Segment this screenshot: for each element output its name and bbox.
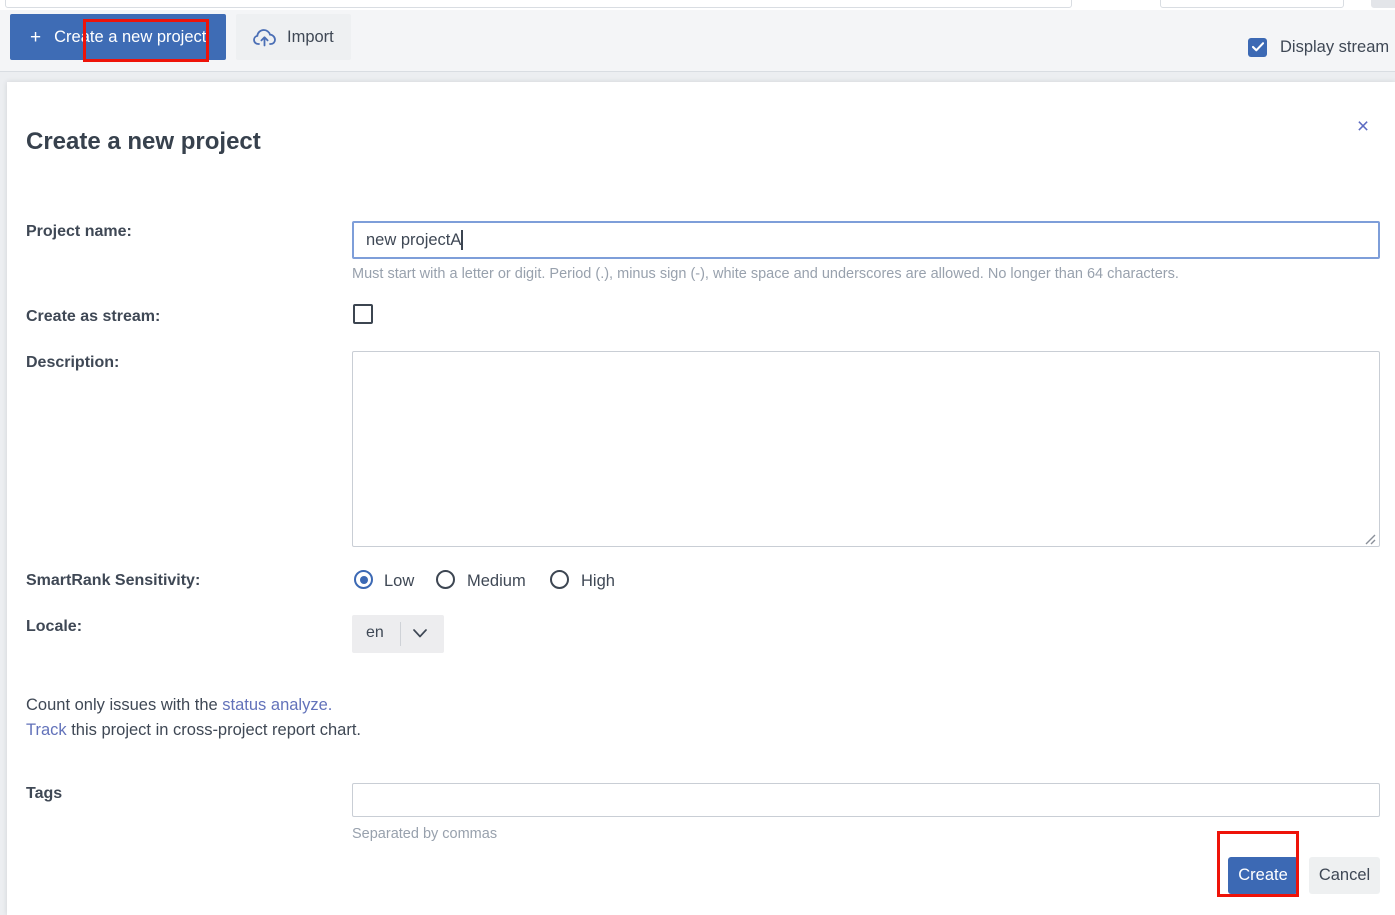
count-issues-text: Count only issues with the [26, 696, 222, 714]
display-stream-checkbox[interactable] [1248, 38, 1267, 57]
track-link[interactable]: Track [26, 721, 67, 739]
projects-toolbar: + Create a new project Import Display st… [0, 10, 1395, 72]
tags-input[interactable] [352, 783, 1380, 817]
radio-medium-label: Medium [467, 572, 526, 591]
display-stream-toggle: Display stream [1248, 27, 1389, 67]
checkmark-icon [1252, 42, 1264, 52]
top-field-partial[interactable] [1160, 0, 1344, 8]
radio-medium[interactable] [436, 570, 455, 589]
smartrank-label: SmartRank Sensitivity: [26, 572, 200, 590]
import-button[interactable]: Import [236, 14, 351, 60]
project-name-input[interactable] [354, 223, 1378, 257]
project-name-field-wrap [352, 221, 1380, 259]
cloud-upload-icon [253, 28, 276, 47]
close-icon[interactable]: × [1350, 114, 1376, 140]
chevron-down-icon [412, 628, 428, 639]
create-new-project-button[interactable]: + Create a new project [10, 14, 226, 60]
create-new-project-label: Create a new project [54, 28, 206, 47]
create-as-stream-checkbox[interactable] [353, 304, 373, 324]
track-text: this project in cross-project report cha… [67, 721, 361, 739]
dropdown-divider [400, 622, 401, 646]
create-as-stream-label: Create as stream: [26, 308, 160, 326]
create-project-dialog: Create a new project × Project name: Mus… [7, 82, 1395, 915]
tags-label: Tags [26, 785, 62, 803]
locale-dropdown[interactable]: en [352, 615, 444, 653]
dialog-title: Create a new project [26, 128, 261, 156]
description-label: Description: [26, 354, 119, 372]
plus-icon: + [30, 28, 41, 47]
radio-high-label: High [581, 572, 615, 591]
project-name-help: Must start with a letter or digit. Perio… [352, 266, 1179, 282]
radio-low-label: Low [384, 572, 414, 591]
text-caret [461, 230, 463, 250]
cancel-button[interactable]: Cancel [1309, 857, 1380, 894]
top-control-partial[interactable] [1371, 0, 1395, 8]
track-note: Track this project in cross-project repo… [26, 721, 361, 740]
radio-low[interactable] [354, 570, 373, 589]
display-stream-label: Display stream [1280, 38, 1389, 57]
project-name-label: Project name: [26, 223, 132, 241]
radio-high[interactable] [550, 570, 569, 589]
import-label: Import [287, 28, 334, 47]
tags-help: Separated by commas [352, 826, 497, 842]
top-search-field-partial[interactable] [5, 0, 1072, 8]
locale-value: en [366, 624, 384, 642]
status-analyze-link[interactable]: status analyze. [222, 696, 332, 714]
count-issues-note: Count only issues with the status analyz… [26, 696, 332, 715]
create-button[interactable]: Create [1228, 857, 1298, 894]
locale-label: Locale: [26, 618, 82, 636]
projects-screen: + Create a new project Import Display st… [0, 0, 1395, 915]
description-textarea[interactable] [352, 351, 1380, 547]
